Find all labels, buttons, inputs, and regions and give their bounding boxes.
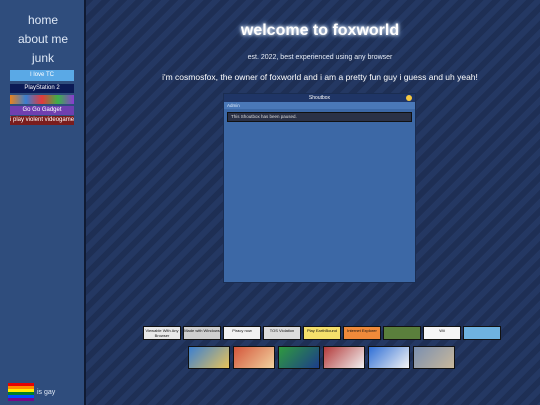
stamp-colorful: [10, 95, 74, 104]
badge-windows[interactable]: Made with Windows: [183, 326, 221, 340]
pride-flag-icon: [8, 383, 34, 401]
gear-icon[interactable]: [406, 95, 412, 101]
shoutbox-admin-link[interactable]: Admin: [224, 102, 415, 109]
shoutbox-message: This Shoutbox has been paused.: [227, 112, 412, 122]
nav-link-about-me[interactable]: about me: [0, 31, 86, 47]
tile-dog[interactable]: [413, 346, 455, 369]
nav-link-junk[interactable]: junk: [0, 50, 86, 66]
tile-parappa[interactable]: [188, 346, 230, 369]
page-title: welcome to foxworld: [240, 22, 400, 39]
badge-earthbound[interactable]: Play EarthBound: [303, 326, 341, 340]
stamp-playstation: PlayStation 2: [10, 84, 74, 93]
nav-link-home[interactable]: home: [0, 12, 86, 28]
stamp-i-love-tc: I love TC: [10, 70, 74, 81]
button-badges-row: Viewable With Any Browser Made with Wind…: [143, 326, 501, 340]
nav-menu: home about me junk: [0, 12, 86, 69]
shoutbox: Shoutbox Admin This Shoutbox has been pa…: [223, 93, 416, 283]
pride-label: is gay: [37, 389, 56, 396]
tile-luigi[interactable]: [278, 346, 320, 369]
badge-tos-violation[interactable]: TOS Violation: [263, 326, 301, 340]
shoutbox-header: Shoutbox: [224, 94, 415, 102]
badge-animal-crossing[interactable]: [383, 326, 421, 340]
tile-anime-character[interactable]: [323, 346, 365, 369]
badge-any-browser[interactable]: Viewable With Any Browser: [143, 326, 181, 340]
character-tiles-row: [188, 346, 455, 369]
intro-text: i'm cosmosfox, the owner of foxworld and…: [162, 72, 478, 82]
sidebar: home about me junk I love TC PlayStation…: [0, 0, 86, 405]
badge-twitter[interactable]: [463, 326, 501, 340]
tile-wario-ware[interactable]: [368, 346, 410, 369]
stamp-violent-videogames: i play violent videogames: [10, 116, 74, 125]
tile-fox-character[interactable]: [233, 346, 275, 369]
badge-piracy[interactable]: Piracy now: [223, 326, 261, 340]
shoutbox-title: Shoutbox: [308, 95, 331, 101]
stamp-go-go-gadget: Go Go Gadget: [10, 106, 74, 115]
badge-wii[interactable]: Wii: [423, 326, 461, 340]
page-subtitle: est. 2022, best experienced using any br…: [247, 54, 393, 61]
badge-internet-explorer[interactable]: Internet Explorer: [343, 326, 381, 340]
